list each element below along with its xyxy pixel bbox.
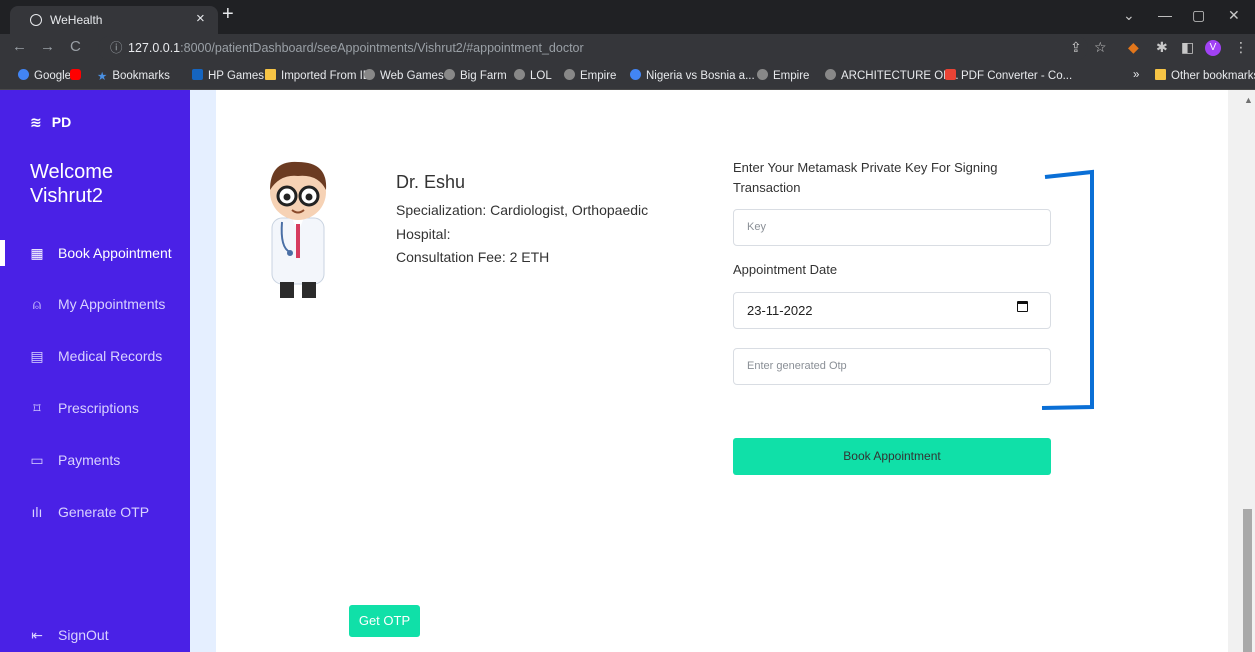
- minimize-icon[interactable]: —: [1158, 7, 1172, 23]
- bookmarks-bar: Google ★ Bookmarks HP Games Imported From…: [0, 62, 1255, 90]
- appointment-date-input[interactable]: 23-11-2022: [733, 292, 1051, 329]
- layers-icon: ≋: [30, 114, 42, 130]
- globe-icon: [825, 69, 836, 80]
- brand[interactable]: ≋ PD: [30, 114, 71, 131]
- doctor-name: Dr. Eshu: [396, 172, 466, 192]
- globe-icon: [444, 69, 455, 80]
- appointment-date-label: Appointment Date: [733, 262, 838, 277]
- bookmarks-overflow[interactable]: »: [1133, 69, 1139, 81]
- info-icon: ⓘ: [110, 41, 123, 55]
- bookmark-item[interactable]: ★ Bookmarks: [97, 69, 170, 83]
- globe-icon: [30, 14, 42, 26]
- user-icon: ⍝: [32, 296, 42, 312]
- close-tab-icon[interactable]: ×: [196, 10, 205, 27]
- new-tab-button[interactable]: +: [222, 3, 234, 26]
- url-path: :8000/patientDashboard/seeAppointments/V…: [180, 41, 584, 55]
- sidebar-item-book-appointment[interactable]: ▦ Book Appointment: [28, 245, 171, 262]
- sidebar-item-my-appointments[interactable]: ⍝ My Appointments: [28, 296, 166, 313]
- folder-icon: [265, 69, 276, 80]
- get-otp-button[interactable]: Get OTP: [349, 605, 420, 637]
- doctor-hospital: Hospital:: [396, 226, 451, 242]
- browser-tab[interactable]: WeHealth ×: [10, 6, 218, 34]
- active-indicator: [0, 240, 5, 266]
- browser-toolbar: ← → C ⓘ 127.0.0.1:8000/patientDashboard/…: [0, 34, 1255, 62]
- globe-icon: [564, 69, 575, 80]
- address-bar[interactable]: ⓘ 127.0.0.1:8000/patientDashboard/seeApp…: [98, 36, 1088, 60]
- bookmark-item[interactable]: HP Games: [192, 69, 264, 82]
- date-value: 23-11-2022: [747, 303, 813, 318]
- bracket-annotation: [1041, 169, 1094, 410]
- globe-icon: [757, 69, 768, 80]
- forward-icon[interactable]: →: [40, 38, 55, 55]
- bookmark-item[interactable]: [70, 69, 86, 82]
- signout-button[interactable]: ⇤ SignOut: [28, 627, 108, 644]
- sidebar-item-payments[interactable]: ▭ Payments: [28, 452, 120, 469]
- google-icon: [18, 69, 29, 80]
- globe-icon: [364, 69, 375, 80]
- share-icon[interactable]: ⇪: [1070, 39, 1082, 56]
- hp-games-icon: [192, 69, 203, 80]
- reload-icon[interactable]: C: [70, 38, 81, 55]
- bookmark-icon: ⌑: [33, 400, 41, 416]
- otp-input[interactable]: Enter generated Otp: [733, 348, 1051, 385]
- maximize-icon[interactable]: ▢: [1192, 7, 1205, 24]
- grid-icon: ▦: [30, 245, 44, 261]
- tab-search-icon[interactable]: ⌄: [1123, 7, 1135, 24]
- bookmark-item[interactable]: ARCHITECTURE OF...: [825, 69, 959, 82]
- menu-icon[interactable]: ⋮: [1234, 39, 1248, 56]
- logout-icon: ⇤: [31, 627, 43, 643]
- back-icon[interactable]: ←: [12, 38, 27, 55]
- doctor-specialization: Specialization: Cardiologist, Orthopaedi…: [396, 202, 649, 218]
- bookmark-item[interactable]: Web Games: [364, 69, 444, 82]
- bookmark-item[interactable]: Big Farm: [444, 69, 507, 82]
- bookmark-item[interactable]: PDF Converter - Co...: [945, 69, 1072, 82]
- bookmark-item[interactable]: Google: [18, 69, 71, 82]
- sidebar-item-generate-otp[interactable]: ılı Generate OTP: [28, 504, 150, 520]
- sidebar-item-medical-records[interactable]: ▤ Medical Records: [28, 348, 162, 365]
- private-key-label: Enter Your Metamask Private Key For Sign…: [733, 160, 998, 195]
- browser-tab-bar: WeHealth × + ⌄ — ▢ ✕: [0, 0, 1255, 34]
- globe-icon: [514, 69, 525, 80]
- pdf-icon: [945, 69, 956, 80]
- star-icon[interactable]: ☆: [1094, 39, 1107, 56]
- document-icon: ▤: [30, 348, 44, 364]
- brand-label: PD: [51, 114, 72, 130]
- tab-title: WeHealth: [50, 13, 103, 27]
- sidebar-item-prescriptions[interactable]: ⌑ Prescriptions: [28, 400, 139, 417]
- scrollbar-thumb[interactable]: [1243, 509, 1252, 652]
- private-key-input[interactable]: Key: [733, 209, 1051, 246]
- sidepanel-icon[interactable]: ◧: [1181, 39, 1194, 56]
- profile-avatar[interactable]: V: [1205, 40, 1221, 56]
- doctor-fee: Consultation Fee: 2 ETH: [396, 249, 550, 265]
- scroll-up-icon[interactable]: ▲: [1244, 95, 1253, 105]
- sidebar: ≋ PD Welcome Vishrut2 ▦ Book Appointment ⍝…: [0, 90, 190, 652]
- book-appointment-button[interactable]: Book Appointment: [733, 438, 1051, 475]
- metamask-icon[interactable]: ◆: [1128, 39, 1139, 56]
- welcome-text: Welcome Vishrut2: [30, 161, 113, 207]
- folder-icon: ▭: [30, 452, 44, 468]
- youtube-icon: [70, 69, 81, 80]
- content-gutter: [190, 90, 216, 652]
- bookmark-item[interactable]: Imported From IE: [265, 69, 370, 82]
- other-bookmarks[interactable]: Other bookmarks: [1155, 69, 1255, 82]
- bookmark-item[interactable]: Empire: [564, 69, 616, 82]
- bookmark-item[interactable]: Nigeria vs Bosnia a...: [630, 69, 755, 82]
- doctor-avatar-image: [270, 161, 327, 298]
- bookmark-item[interactable]: LOL: [514, 69, 552, 82]
- google-icon: [630, 69, 641, 80]
- chart-icon: ılı: [31, 504, 43, 520]
- folder-icon: [1155, 69, 1166, 80]
- calendar-icon[interactable]: [1017, 301, 1028, 312]
- extensions-icon[interactable]: ✱: [1156, 39, 1168, 56]
- bookmark-item[interactable]: Empire: [757, 69, 809, 82]
- url-host: 127.0.0.1: [128, 41, 181, 55]
- close-window-icon[interactable]: ✕: [1228, 7, 1240, 24]
